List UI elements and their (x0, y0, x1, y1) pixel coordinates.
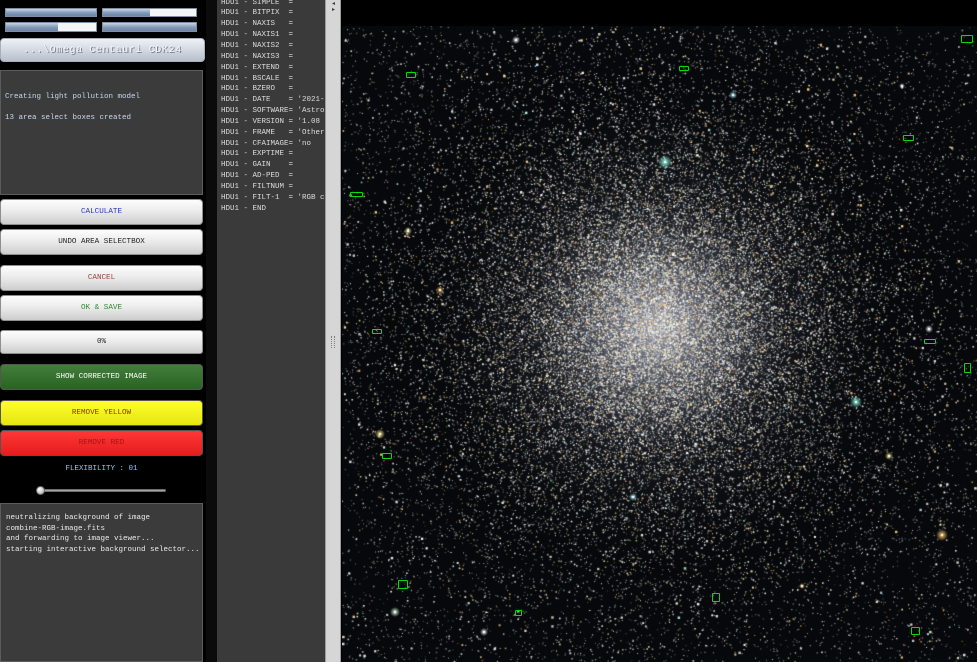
status-line: 13 area select boxes created (5, 114, 132, 122)
calculate-button[interactable]: CALCULATE (0, 199, 203, 225)
level-bar-fill (6, 23, 59, 31)
level-bar (102, 22, 197, 32)
log-line: combine-RGB-image.fits (6, 524, 106, 533)
progress-bar: 0% (0, 330, 203, 354)
level-bar (5, 8, 97, 17)
fits-header-line: HDU1 - NAXIS2 = (221, 41, 294, 50)
triangle-right-icon[interactable]: ▸ (330, 6, 337, 13)
remove-red-button[interactable]: REMOVE RED (0, 430, 203, 456)
area-select-box[interactable] (903, 135, 914, 141)
area-select-box[interactable] (350, 192, 363, 197)
undo-area-selectbox-button[interactable]: UNDO AREA SELECTBOX (0, 229, 203, 255)
area-select-box[interactable] (398, 580, 408, 589)
area-select-box[interactable] (406, 72, 416, 78)
control-panel: ...\Omega Centauri CDK24 Creating light … (0, 0, 206, 662)
area-select-box[interactable] (712, 593, 720, 602)
fits-header-line: HDU1 - SIMPLE = (221, 0, 294, 7)
fits-header-line: HDU1 - EXPTIME = (221, 150, 294, 159)
fits-header-line: HDU1 - CFAIMAGE= 'no (221, 139, 312, 148)
ok-save-button[interactable]: OK & SAVE (0, 295, 203, 321)
level-bar (5, 22, 97, 32)
log-line: neutralizing background of image (6, 514, 151, 522)
remove-yellow-button[interactable]: REMOVE YELLOW (0, 400, 203, 426)
show-corrected-image-button[interactable]: SHOW CORRECTED IMAGE (0, 364, 203, 390)
flexibility-label: FLEXIBILITY : 01 (65, 465, 138, 473)
fits-header-line: HDU1 - SOFTWARE= 'Astro (221, 107, 325, 116)
file-title: ...\Omega Centauri CDK24 (0, 38, 205, 62)
area-select-box[interactable] (911, 627, 920, 635)
area-select-box[interactable] (964, 363, 971, 373)
fits-header-line: HDU1 - FILTNUM = (221, 182, 294, 191)
progress-label: 0% (96, 338, 107, 346)
flexibility-slider-thumb[interactable] (36, 486, 46, 495)
star-field-image[interactable] (342, 26, 977, 662)
fits-header-line: HDU1 - AD-PED = (221, 172, 294, 181)
panel-divider (206, 0, 217, 662)
grip-icon[interactable] (331, 336, 335, 348)
panel-splitter[interactable]: ◂ ▸ (325, 0, 341, 662)
level-bar-fill (103, 9, 150, 16)
status-textbox[interactable]: Creating light pollution model 13 area s… (0, 70, 203, 195)
area-select-box[interactable] (382, 453, 392, 459)
area-select-box[interactable] (515, 610, 522, 616)
fits-header-line: HDU1 - NAXIS3 = (221, 52, 294, 61)
area-select-box[interactable] (961, 35, 973, 43)
fits-header-line: HDU1 - VERSION = '1.08 (221, 117, 321, 126)
process-log-textbox[interactable]: neutralizing background of image combine… (0, 503, 203, 662)
fits-header-line: HDU1 - GAIN = (221, 161, 294, 170)
fits-header-line: HDU1 - FILT-1 = 'RGB c (221, 193, 325, 202)
flexibility-slider-track[interactable] (38, 489, 166, 492)
level-bar (102, 8, 197, 17)
fits-header-line: HDU1 - NAXIS1 = (221, 31, 294, 40)
cancel-button[interactable]: CANCEL (0, 265, 203, 291)
level-bar-fill (6, 9, 96, 16)
fits-header-line: HDU1 - BITPIX = (221, 9, 294, 18)
area-select-box[interactable] (372, 329, 382, 334)
area-select-box[interactable] (679, 66, 689, 71)
fits-header-line: HDU1 - EXTEND = (221, 63, 294, 72)
fits-header-line: HDU1 - FRAME = 'Other (221, 128, 325, 137)
fits-header-line: HDU1 - BSCALE = (221, 74, 294, 83)
status-line: Creating light pollution model (5, 93, 141, 101)
log-line: and forwarding to image viewer... (6, 535, 155, 544)
log-line: starting interactive background selector… (6, 546, 200, 555)
fits-header-line: HDU1 - BZERO = (221, 85, 294, 94)
fits-header-line: HDU1 - NAXIS = (221, 20, 294, 29)
level-bar-fill (103, 23, 196, 31)
fits-header-line: HDU1 - DATE = '2021- (221, 96, 325, 105)
fits-header-list: HDU1 - SIMPLE = HDU1 - BITPIX = HDU1 - N… (221, 0, 325, 214)
fits-header-panel[interactable]: HDU1 - SIMPLE = HDU1 - BITPIX = HDU1 - N… (217, 0, 325, 662)
fits-header-line: HDU1 - END (221, 204, 267, 213)
area-select-box[interactable] (924, 339, 936, 344)
